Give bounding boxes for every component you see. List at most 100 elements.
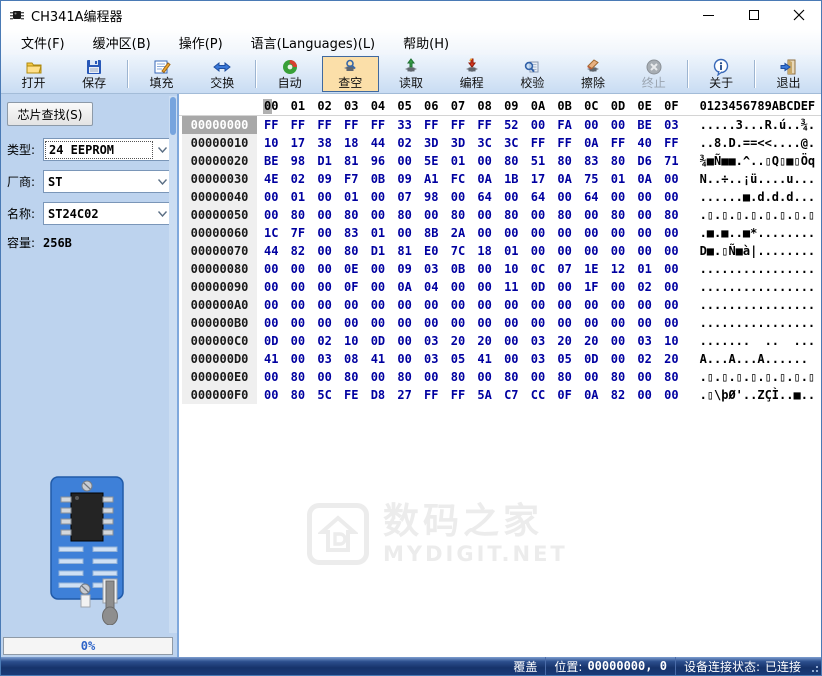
hex-bytes[interactable]: 00 00 00 00 00 00 00 00 00 00 00 00 00 0… <box>264 296 679 314</box>
chip-name-select[interactable]: ST24C02 <box>43 202 171 225</box>
toolbar-separator <box>687 60 688 88</box>
chip-search-button[interactable]: 芯片查找(S) <box>7 102 93 126</box>
erase-button[interactable]: 擦除 <box>565 56 622 92</box>
hex-ascii[interactable]: ..8.D.==<<....@. <box>700 134 816 152</box>
hex-row: 000000C00D 00 02 10 0D 00 03 20 20 00 03… <box>179 332 821 350</box>
hex-ascii[interactable]: N..÷..¡ü....u... <box>700 170 816 188</box>
status-position: 位置: 00000000, 0 <box>545 657 675 675</box>
hex-bytes[interactable]: 0D 00 02 10 0D 00 03 20 20 00 03 20 20 0… <box>264 332 679 350</box>
hex-ascii[interactable]: A...A...A...... <box>700 350 816 368</box>
hex-ascii[interactable]: ......■.d.d.d... <box>700 188 816 206</box>
hex-editor: 00 01 02 03 04 05 06 07 08 09 0A 0B 0C 0… <box>179 94 821 657</box>
auto-icon <box>281 58 299 76</box>
chevron-down-icon <box>154 179 170 185</box>
auto-button[interactable]: 自动 <box>261 56 318 92</box>
toolbar: 打开 保存 填充 交换 自动 查空 读取 编程 <box>1 55 821 94</box>
program-button[interactable]: 编程 <box>443 56 500 92</box>
about-icon <box>712 58 730 76</box>
watermark-domain: MYDIGIT.NET <box>383 542 568 566</box>
chip-vendor-select[interactable]: ST <box>43 170 171 193</box>
hex-bytes[interactable]: 00 00 00 00 00 00 00 00 00 00 00 00 00 0… <box>264 314 679 332</box>
toolbar-separator <box>127 60 128 88</box>
hex-address: 00000020 <box>182 152 257 170</box>
hex-bytes[interactable]: 1C 7F 00 83 01 00 8B 2A 00 00 00 00 00 0… <box>264 224 679 242</box>
swap-button[interactable]: 交换 <box>194 56 251 92</box>
menu-help[interactable]: 帮助(H) <box>389 30 463 55</box>
hex-address: 000000E0 <box>182 368 257 386</box>
hex-column-header: 00 01 02 03 04 05 06 07 08 09 0A 0B 0C 0… <box>264 97 679 116</box>
save-button[interactable]: 保存 <box>66 56 123 92</box>
sidebar-scrollbar[interactable] <box>169 96 177 633</box>
menu-file[interactable]: 文件(F) <box>7 30 79 55</box>
chip-type-label: 类型: <box>7 141 43 158</box>
maximize-icon <box>749 10 759 20</box>
hex-bytes[interactable]: 41 00 03 08 41 00 03 05 41 00 03 05 0D 0… <box>264 350 679 368</box>
hex-bytes[interactable]: 10 17 38 18 44 02 3D 3D 3C 3C FF FF 0A F… <box>264 134 679 152</box>
minimize-button[interactable] <box>686 1 731 29</box>
hex-bytes[interactable]: BE 98 D1 81 96 00 5E 01 00 80 51 80 83 8… <box>264 152 679 170</box>
hex-ascii[interactable]: .▯\þØ'..ZÇÌ..■.. <box>700 386 816 404</box>
hex-ascii[interactable]: ....... .. ... <box>700 332 816 350</box>
hex-row: 00000000FF FF FF FF FF 33 FF FF FF 52 00… <box>179 116 821 134</box>
menu-operation[interactable]: 操作(P) <box>165 30 237 55</box>
hex-bytes[interactable]: 00 80 5C FE D8 27 FF FF 5A C7 CC 0F 0A 8… <box>264 386 679 404</box>
blank-check-icon <box>341 58 359 76</box>
exit-button[interactable]: 退出 <box>760 56 817 92</box>
hex-bytes[interactable]: 00 00 00 0E 00 09 03 0B 00 10 0C 07 1E 1… <box>264 260 679 278</box>
hex-bytes[interactable]: 00 80 00 80 00 80 00 80 00 80 00 80 00 8… <box>264 368 679 386</box>
ascii-column-header: 0123456789ABCDEF <box>700 97 816 116</box>
hex-address: 00000040 <box>182 188 257 206</box>
hex-ascii[interactable]: .▯.▯.▯.▯.▯.▯.▯.▯ <box>700 368 816 386</box>
sidebar-scrollbar-thumb[interactable] <box>170 97 176 135</box>
chip-type-select[interactable]: 24 EEPROM <box>43 138 171 161</box>
chip-name-label: 名称: <box>7 205 43 222</box>
read-button[interactable]: 读取 <box>383 56 440 92</box>
resize-grip[interactable] <box>809 657 821 675</box>
hex-address: 00000070 <box>182 242 257 260</box>
erase-icon <box>584 58 602 76</box>
hex-ascii[interactable]: ................ <box>700 296 816 314</box>
window-title: CH341A编程器 <box>31 6 123 25</box>
chip-vendor-label: 厂商: <box>7 173 43 190</box>
progress-bar: 0% <box>3 637 173 655</box>
maximize-button[interactable] <box>731 1 776 29</box>
open-button[interactable]: 打开 <box>5 56 62 92</box>
hex-ascii[interactable]: .....3...R.ú..¾. <box>700 116 816 134</box>
about-button[interactable]: 关于 <box>693 56 750 92</box>
hex-ascii[interactable]: ................ <box>700 314 816 332</box>
hex-address: 000000D0 <box>182 350 257 368</box>
hex-row: 000000E0 00 80 00 80 00 80 00 80 00 80 00… <box>179 368 821 386</box>
fill-button[interactable]: 填充 <box>133 56 190 92</box>
hex-ascii[interactable]: ................ <box>700 278 816 296</box>
blank-check-button[interactable]: 查空 <box>322 56 379 92</box>
zif-socket-illustration <box>47 475 131 629</box>
menu-language[interactable]: 语言(Languages)(L) <box>237 30 389 55</box>
hex-ascii[interactable]: .▯.▯.▯.▯.▯.▯.▯.▯ <box>700 206 816 224</box>
hex-row: 000000F000 80 5C FE D8 27 FF FF 5A C7 CC… <box>179 386 821 404</box>
hex-bytes[interactable]: 00 01 00 01 00 07 98 00 64 00 64 00 64 0… <box>264 188 679 206</box>
hex-bytes[interactable]: FF FF FF FF FF 33 FF FF FF 52 00 FA 00 0… <box>264 116 679 134</box>
toolbar-separator <box>255 60 256 88</box>
close-button[interactable] <box>776 1 821 29</box>
hex-row: 00000010 10 17 38 18 44 02 3D 3D 3C 3C FF… <box>179 134 821 152</box>
hex-address: 00000010 <box>182 134 257 152</box>
hex-bytes[interactable]: 4E 02 09 F7 0B 09 A1 FC 0A 1B 17 0A 75 0… <box>264 170 679 188</box>
hex-ascii[interactable]: ................ <box>700 260 816 278</box>
hex-header-row: 00 01 02 03 04 05 06 07 08 09 0A 0B 0C 0… <box>179 97 821 116</box>
hex-row: 00000060 1C 7F 00 83 01 00 8B 2A 00 00 00… <box>179 224 821 242</box>
watermark-brand: 数码之家 <box>383 502 568 542</box>
hex-address: 00000060 <box>182 224 257 242</box>
hex-ascii[interactable]: ¾■Ñ■■.^..▯Q▯■▯Öq <box>700 152 816 170</box>
hex-row: 00000070 44 82 00 80 D1 81 E0 7C 18 01 00… <box>179 242 821 260</box>
hex-row: 00000020 BE 98 D1 81 96 00 5E 01 00 80 51… <box>179 152 821 170</box>
hex-ascii[interactable]: .■.■..■*........ <box>700 224 816 242</box>
menu-buffer[interactable]: 缓冲区(B) <box>79 30 165 55</box>
hex-bytes[interactable]: 00 80 00 80 00 80 00 80 00 80 00 80 00 8… <box>264 206 679 224</box>
main-area: 芯片查找(S) 类型: 24 EEPROM 厂商: ST 名称: ST24 <box>1 94 821 657</box>
fill-icon <box>153 58 171 76</box>
hex-ascii[interactable]: D■.▯Ñ■à|........ <box>700 242 816 260</box>
hex-row: 00000040 00 01 00 01 00 07 98 00 64 00 64… <box>179 188 821 206</box>
verify-button[interactable]: 校验 <box>504 56 561 92</box>
hex-bytes[interactable]: 00 00 00 0F 00 0A 04 00 00 11 0D 00 1F 0… <box>264 278 679 296</box>
hex-bytes[interactable]: 44 82 00 80 D1 81 E0 7C 18 01 00 00 00 0… <box>264 242 679 260</box>
